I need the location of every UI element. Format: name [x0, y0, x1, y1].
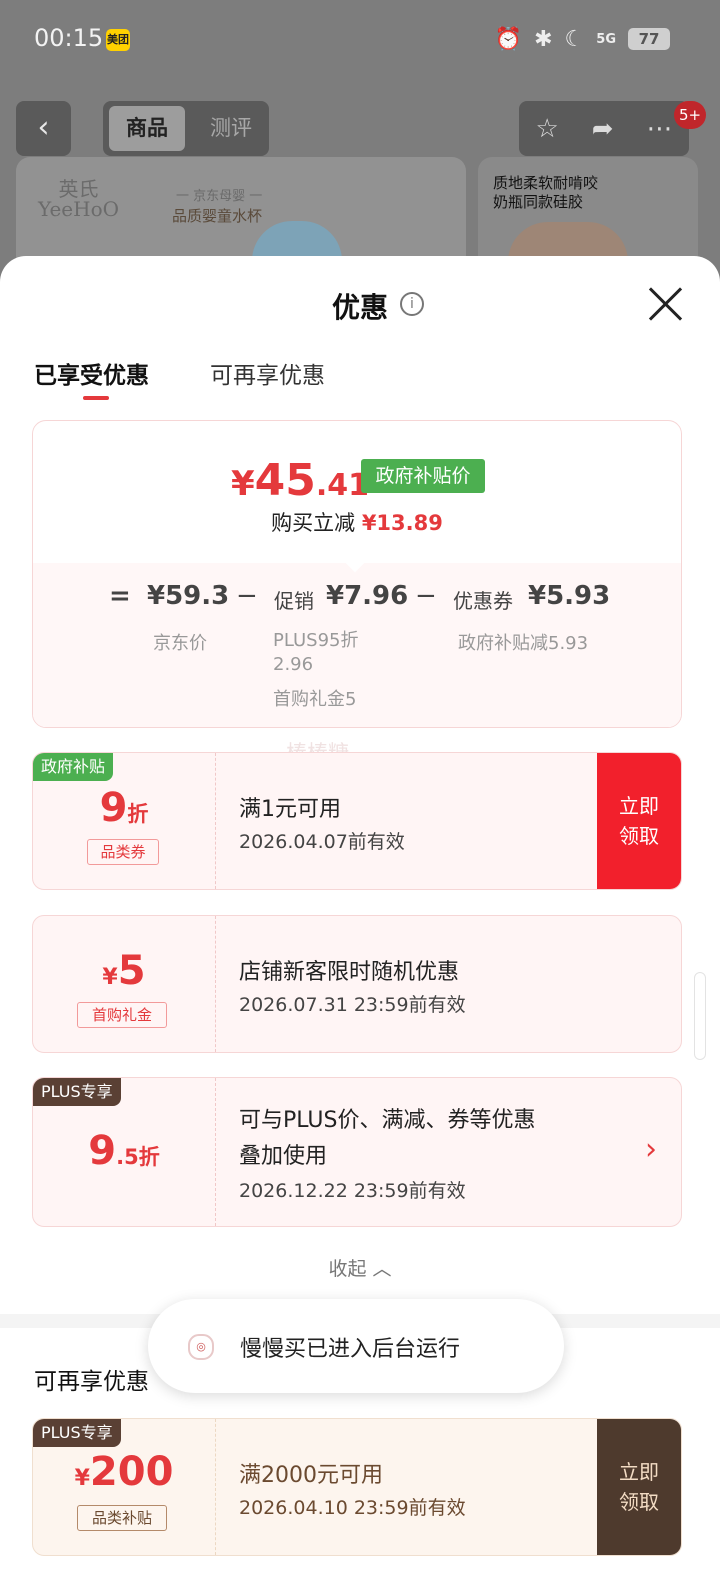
- action-group: ☆ ➦ ⋯: [519, 101, 689, 156]
- coupon-condition: 可与PLUS价、满减、券等优惠: [239, 1108, 536, 1133]
- section-title: 可再享优惠: [34, 1369, 149, 1395]
- product-tag: 一 京东母婴 一: [176, 189, 263, 204]
- tab-indicator: [83, 396, 109, 400]
- coupon-expiry: 2026.07.31 23:59前有效: [239, 994, 466, 1016]
- gov-subsidy-tag: 政府补贴价: [361, 459, 485, 493]
- coupon-detail: 政府补贴减5.93: [458, 633, 589, 654]
- coupon-corner-tag: PLUS专享: [33, 1078, 121, 1106]
- price-breakdown-card: ¥45.41 政府补贴价 购买立减 ¥13.89 = ¥59.3 − 促销 ¥7…: [32, 420, 682, 728]
- coupon-corner-tag: 政府补贴: [33, 753, 114, 781]
- jd-price-caption: 京东价: [153, 633, 207, 654]
- minus-sign: −: [236, 581, 258, 611]
- coupon-card: 政府补贴 9折 品类券 满1元可用 2026.04.07前有效 立即领取: [32, 752, 682, 890]
- scrollbar[interactable]: [694, 972, 706, 1060]
- star-icon[interactable]: ☆: [535, 114, 558, 144]
- alarm-icon: ⏰: [494, 26, 523, 52]
- chevron-up-icon: ︿: [372, 1258, 392, 1280]
- coupon-expiry: 2026.12.22 23:59前有效: [239, 1180, 466, 1202]
- coupon-card[interactable]: PLUS专享 9.5折 可与PLUS价、满减、券等优惠 叠加使用 2026.12…: [32, 1077, 682, 1227]
- minus-sign: −: [415, 581, 437, 611]
- close-button[interactable]: [646, 284, 686, 324]
- toast-notification: ◎ 慢慢买已进入后台运行: [148, 1299, 564, 1393]
- coupon-expiry: 2026.04.07前有效: [239, 831, 405, 853]
- coupon-amount: ¥200: [74, 1449, 174, 1495]
- tab-switcher: 商品 测评: [103, 101, 269, 156]
- coupon-type-label: 首购礼金: [77, 1002, 167, 1028]
- info-icon[interactable]: i: [400, 292, 424, 316]
- message-badge: 5+: [674, 101, 706, 129]
- brand-logo: 英氏 YeeHoO: [38, 177, 120, 221]
- promo-value: ¥7.96: [326, 581, 409, 611]
- more-icon[interactable]: ⋯: [646, 114, 672, 144]
- tab-enjoyed-discounts[interactable]: 已享受优惠: [34, 356, 149, 390]
- promo-detail: 首购礼金5: [273, 689, 357, 710]
- coupon-condition: 满1元可用: [239, 797, 341, 822]
- promo-detail: PLUS95折 2.96: [273, 630, 359, 675]
- divider: [215, 1078, 216, 1226]
- status-bar: 00:15 美团 ⏰ ✱ ☾ 5G 77: [0, 0, 720, 80]
- claim-button[interactable]: 立即领取: [597, 753, 681, 889]
- product-caption: 质地柔软耐啃咬 奶瓶同款硅胶: [493, 174, 599, 211]
- tab-more-discounts[interactable]: 可再享优惠: [210, 356, 325, 390]
- signal-icon: 5G: [596, 31, 616, 47]
- battery-icon: 77: [628, 28, 670, 50]
- coupon-condition: 满2000元可用: [239, 1463, 383, 1488]
- sheet-title: 优惠: [331, 291, 388, 324]
- chevron-right-icon[interactable]: ›: [645, 1132, 657, 1167]
- coupon-type-label: 品类补贴: [77, 1505, 167, 1531]
- divider: [215, 1419, 216, 1555]
- share-icon[interactable]: ➦: [592, 114, 614, 144]
- equals-sign: =: [109, 581, 131, 611]
- meituan-app-icon: 美团: [106, 29, 130, 51]
- coupon-card: ¥5 首购礼金 店铺新客限时随机优惠 2026.07.31 23:59前有效: [32, 915, 682, 1053]
- coupon-corner-tag: PLUS专享: [33, 1419, 121, 1447]
- coupon-type-label: 品类券: [87, 839, 159, 865]
- tab-product[interactable]: 商品: [109, 106, 185, 151]
- coupon-condition: 叠加使用: [239, 1144, 328, 1169]
- coupon-amount: ¥5: [102, 948, 146, 994]
- back-button[interactable]: ‹: [16, 101, 71, 156]
- divider: [215, 753, 216, 889]
- coupon-label: 优惠券: [453, 589, 513, 613]
- final-price: ¥45.41: [231, 455, 370, 506]
- save-line: 购买立减 ¥13.89: [271, 511, 443, 535]
- claim-button[interactable]: 立即领取: [597, 1419, 681, 1555]
- jd-price-value: ¥59.3: [147, 581, 230, 611]
- product-subtitle: 品质婴童水杯: [172, 207, 263, 225]
- status-icons: ⏰ ✱ ☾ 5G 77: [495, 24, 670, 54]
- status-time: 00:15: [34, 24, 104, 52]
- coupon-amount: 9折: [99, 785, 149, 831]
- moon-icon: ☾: [564, 26, 585, 52]
- plus-coupon-card: PLUS专享 ¥200 品类补贴 满2000元可用 2026.04.10 23:…: [32, 1418, 682, 1556]
- coupon-condition: 店铺新客限时随机优惠: [239, 960, 460, 985]
- promo-label: 促销: [274, 589, 314, 613]
- divider: [215, 916, 216, 1052]
- bluetooth-icon: ✱: [534, 26, 553, 52]
- tab-review[interactable]: 测评: [201, 106, 261, 151]
- collapse-button[interactable]: 收起 ︿: [0, 1254, 720, 1281]
- coupon-value: ¥5.93: [528, 581, 611, 611]
- coupon-amount: 9.5折: [88, 1128, 160, 1174]
- app-icon: ◎: [188, 1334, 214, 1360]
- coupon-expiry: 2026.04.10 23:59前有效: [239, 1497, 466, 1519]
- toast-text: 慢慢买已进入后台运行: [240, 1337, 461, 1362]
